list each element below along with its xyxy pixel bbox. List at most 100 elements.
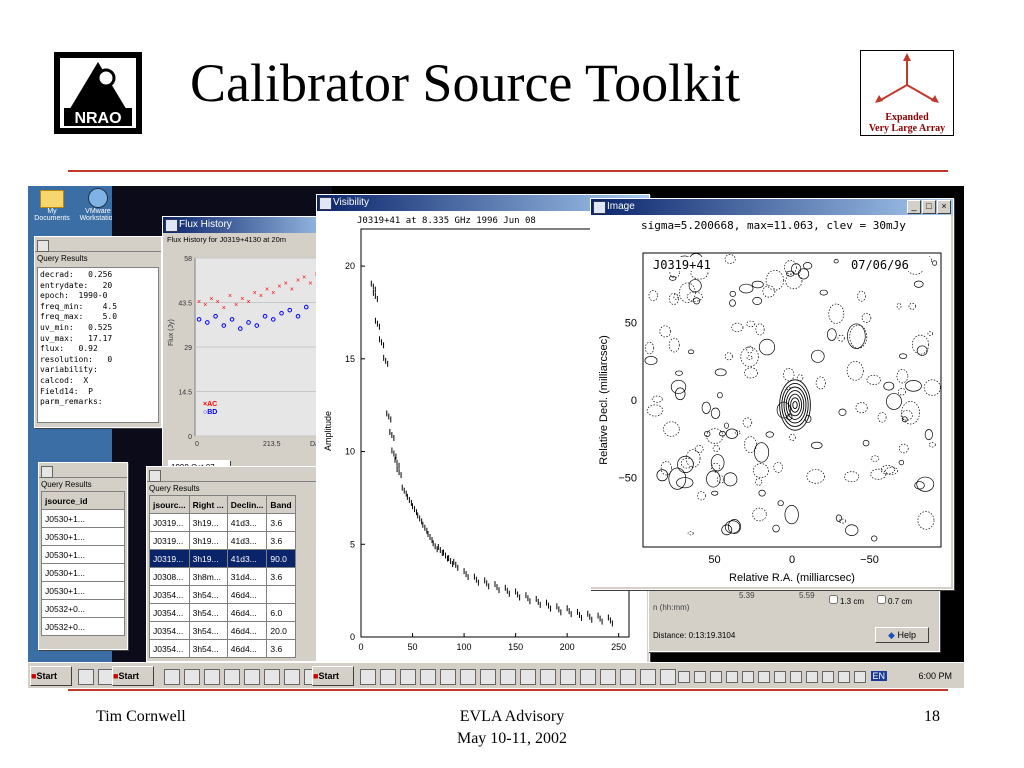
visibility-header: J0319+41 at 8.335 GHz 1996 Jun 08 (357, 216, 536, 226)
table-row[interactable]: J0354... 3h54... 46d4... 6.0 (149, 603, 296, 622)
taskbar-app-icon[interactable] (600, 668, 616, 685)
table-row[interactable]: J0530+1... (41, 581, 125, 600)
taskbar-app-icon[interactable] (360, 668, 376, 685)
table-row[interactable]: J0532+0... (41, 599, 125, 618)
table-row[interactable]: J0354... 3h54... 46d4... 20.0 (149, 621, 296, 640)
language-indicator[interactable]: EN (870, 671, 888, 681)
y-tick-label: 15 (345, 354, 355, 364)
taskbar-app-icon[interactable] (284, 668, 300, 685)
taskbar-app-icon[interactable] (400, 668, 416, 685)
table-row[interactable]: J0319... 3h19... 41d3... 3.6 (149, 513, 296, 532)
tray-icon[interactable] (790, 670, 802, 683)
taskbar-app-icon[interactable] (184, 668, 200, 685)
query-field-row: parm_remarks: (40, 397, 103, 407)
column-header[interactable]: Band (266, 495, 296, 514)
query-field-row: calcod: X (40, 375, 89, 385)
query-field-row: uv_max: 17.17 (40, 333, 113, 343)
distance-readout: Distance: 0:13:19.3104 (653, 631, 736, 640)
time-unit-label: n (hh:mm) (653, 603, 690, 612)
table-cell: 41d3... (226, 513, 268, 532)
help-label: Help (897, 630, 916, 640)
taskbar-app-icon[interactable] (560, 668, 576, 685)
taskbar-app-icon[interactable] (660, 668, 676, 685)
query-results-window-left[interactable]: Query Results jsource_id J0530+1... J0530+… (38, 462, 128, 650)
legend-ac: ×AC (203, 401, 217, 408)
maximize-button[interactable]: □ (922, 200, 936, 214)
taskbar-app-icon[interactable] (264, 668, 280, 685)
close-button[interactable]: × (937, 200, 951, 214)
table-cell (266, 585, 296, 604)
taskbar-app-icon[interactable] (580, 668, 596, 685)
column-header[interactable]: jsource_id (41, 491, 125, 510)
tray-icon[interactable] (854, 670, 866, 683)
taskbar-app-icon[interactable] (480, 668, 496, 685)
start-button-3[interactable]: ■Start (312, 666, 354, 686)
tray-icon[interactable] (710, 670, 722, 683)
table-cell: 3h19... (188, 531, 228, 550)
start-button-1[interactable]: ■Start (30, 666, 72, 686)
ac-point: × (308, 281, 312, 288)
minimize-button[interactable]: _ (907, 200, 921, 214)
query-field-row: freq_min: 4.5 (40, 301, 118, 311)
tray-icon[interactable] (774, 670, 786, 683)
table-row[interactable]: J0319... 3h19... 41d3... 3.6 (149, 531, 296, 550)
taskbar-app-icon[interactable] (620, 668, 636, 685)
column-header[interactable]: Right ... (188, 495, 228, 514)
tray-icon[interactable] (806, 670, 818, 683)
band-1.3cm-checkbox[interactable]: 1.3 cm (829, 595, 864, 606)
table-row[interactable]: J0354... 3h54... 46d4... (149, 585, 296, 604)
tray-icon[interactable] (726, 670, 738, 683)
y-tick-label: 5 (350, 539, 355, 549)
taskbar-app-icon[interactable] (460, 668, 476, 685)
taskbar-app-icon[interactable] (380, 668, 396, 685)
visibility-title: Visibility (333, 197, 369, 208)
x-tick-label: 150 (508, 642, 523, 652)
query-field-row: uv_min: 0.525 (40, 322, 113, 332)
taskbar-app-icon[interactable] (540, 668, 556, 685)
taskbar-app-icon[interactable] (440, 668, 456, 685)
table-row[interactable]: J0354... 3h54... 46d4... 3.6 (149, 639, 296, 658)
my-documents-icon[interactable]: My Documents (34, 190, 70, 222)
query-results-window-mid[interactable]: Query Results jsourc... Right ... Declin..… (146, 466, 344, 662)
query-results-window-top[interactable]: Query Results decrad: 0.256 entrydate: 20… (34, 236, 162, 428)
image-window[interactable]: Image _ □ × sigma=5.200668, max=11.063, … (590, 198, 954, 590)
taskbar-app-icon[interactable] (420, 668, 436, 685)
tray-icon[interactable] (678, 670, 690, 683)
evla-logo-line1: Expanded (885, 112, 929, 123)
table-cell: 46d4... (226, 585, 268, 604)
ac-point: × (296, 277, 300, 284)
table-row[interactable]: J0530+1... (41, 563, 125, 582)
receiver-panel[interactable]: n (hh:mm) 5.39 5.59 1.3 cm 0.7 cm Distan… (648, 582, 940, 652)
band-0.7cm-checkbox[interactable]: 0.7 cm (877, 595, 912, 606)
table-cell: J0530+1... (41, 509, 125, 528)
column-header[interactable]: jsourc... (149, 495, 190, 514)
taskbar-app-icon[interactable] (204, 668, 220, 685)
taskbar-app-icon[interactable] (500, 668, 516, 685)
footer-author: Tim Cornwell (96, 708, 186, 725)
taskbar-app-icon[interactable] (640, 668, 656, 685)
tray-icon[interactable] (742, 670, 754, 683)
table-row[interactable]: J0319... 3h19... 41d3... 90.0 (149, 549, 296, 568)
tray-icon[interactable] (838, 670, 850, 683)
help-button[interactable]: ◆ Help (875, 627, 929, 643)
table-row[interactable]: J0530+1... (41, 509, 125, 528)
start-button-2[interactable]: ■Start (112, 666, 154, 686)
tray-icon[interactable] (758, 670, 770, 683)
window-icon (319, 197, 332, 210)
ac-point: × (253, 290, 257, 297)
plot-frame (360, 228, 630, 638)
column-header[interactable]: Declin... (226, 495, 268, 514)
taskbar-app-icon[interactable] (224, 668, 240, 685)
taskbar-app-icon[interactable] (164, 668, 180, 685)
table-row[interactable]: J0530+1... (41, 527, 125, 546)
taskbar-app-icon[interactable] (520, 668, 536, 685)
tray-icon[interactable] (822, 670, 834, 683)
table-row[interactable]: J0532+0... (41, 617, 125, 636)
table-cell: 3.6 (266, 531, 296, 550)
taskbar-app-icon[interactable] (244, 668, 260, 685)
table-row[interactable]: J0530+1... (41, 545, 125, 564)
query-field-row: Field14: P (40, 386, 93, 396)
tray-icon[interactable] (694, 670, 706, 683)
ie-icon[interactable] (78, 668, 94, 685)
table-row[interactable]: J0308... 3h8m... 31d4... 3.6 (149, 567, 296, 586)
